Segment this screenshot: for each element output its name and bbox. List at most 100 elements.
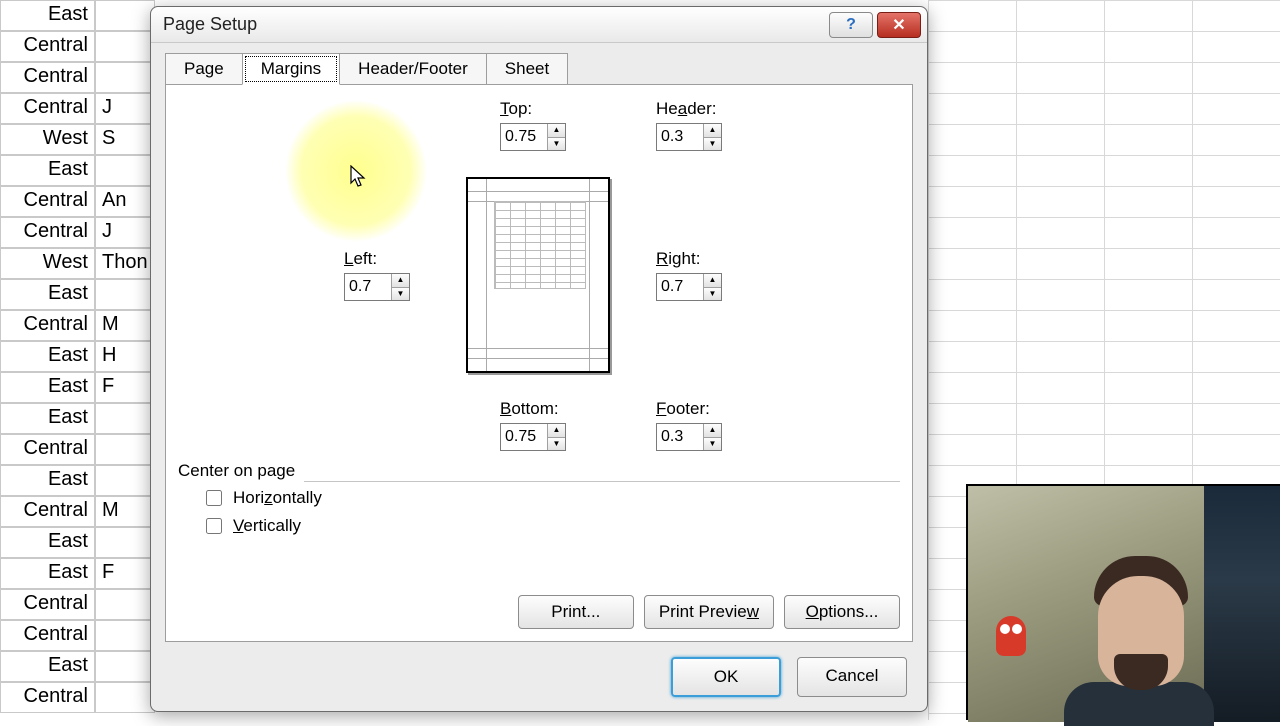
bg-cell-b <box>95 465 155 496</box>
bg-cell-a: East <box>0 279 95 310</box>
page-preview <box>466 177 610 373</box>
bg-cell-a: Central <box>0 434 95 465</box>
tab-row: Page Margins Header/Footer Sheet <box>151 43 927 85</box>
horizontally-input[interactable] <box>206 490 222 506</box>
bg-cell-a: West <box>0 124 95 155</box>
footer-up[interactable]: ▲ <box>704 424 721 438</box>
highlight-indicator <box>286 101 426 241</box>
top-input[interactable] <box>501 124 547 150</box>
bg-cell-a: East <box>0 155 95 186</box>
bg-cell-b: F <box>95 372 155 403</box>
top-down[interactable]: ▼ <box>548 138 565 151</box>
vertically-label: Vertically <box>233 516 301 536</box>
bg-cell-b: J <box>95 93 155 124</box>
tab-headerfooter[interactable]: Header/Footer <box>339 53 487 85</box>
bg-cell-a: East <box>0 527 95 558</box>
bg-cell-b: J <box>95 217 155 248</box>
bg-cell-a: East <box>0 0 95 31</box>
top-spinner[interactable]: ▲▼ <box>500 123 566 151</box>
bg-cell-b <box>95 155 155 186</box>
bg-cell-b: M <box>95 496 155 527</box>
footer-label: Footer: <box>656 399 722 419</box>
tab-margins[interactable]: Margins <box>242 53 340 85</box>
left-spinner[interactable]: ▲▼ <box>344 273 410 301</box>
bg-cell-a: Central <box>0 496 95 527</box>
bg-cell-b: F <box>95 558 155 589</box>
close-button[interactable]: ✕ <box>877 12 921 38</box>
bg-cell-a: Central <box>0 186 95 217</box>
titlebar: Page Setup ? ✕ <box>151 7 927 43</box>
print-button[interactable]: Print... <box>518 595 634 629</box>
bg-cell-a: East <box>0 341 95 372</box>
page-setup-dialog: Page Setup ? ✕ Page Margins Header/Foote… <box>150 6 928 712</box>
bg-cell-a: West <box>0 248 95 279</box>
bg-cell-b <box>95 651 155 682</box>
bg-cell-b: Thon <box>95 248 155 279</box>
bg-cell-a: East <box>0 558 95 589</box>
bg-cell-b: M <box>95 310 155 341</box>
bg-cell-a: Central <box>0 620 95 651</box>
dialog-title: Page Setup <box>163 14 825 35</box>
header-down[interactable]: ▼ <box>704 138 721 151</box>
options-button[interactable]: Options... <box>784 595 900 629</box>
bg-cell-b: An <box>95 186 155 217</box>
help-button[interactable]: ? <box>829 12 873 38</box>
bg-cell-a: Central <box>0 310 95 341</box>
bottom-spinner[interactable]: ▲▼ <box>500 423 566 451</box>
print-preview-button[interactable]: Print Preview <box>644 595 774 629</box>
bg-cell-b <box>95 620 155 651</box>
tab-sheet[interactable]: Sheet <box>486 53 568 85</box>
horizontally-checkbox[interactable]: Horizontally <box>202 487 900 509</box>
panel-button-row: Print... Print Preview Options... <box>518 595 900 629</box>
right-input[interactable] <box>657 274 703 300</box>
bg-cell-b <box>95 434 155 465</box>
header-spinner[interactable]: ▲▼ <box>656 123 722 151</box>
bottom-down[interactable]: ▼ <box>548 438 565 451</box>
bottom-up[interactable]: ▲ <box>548 424 565 438</box>
margins-panel: Top: ▲▼ Header: ▲▼ Left: ▲▼ Right: <box>165 84 913 642</box>
bg-cell-b <box>95 527 155 558</box>
footer-input[interactable] <box>657 424 703 450</box>
bottom-input[interactable] <box>501 424 547 450</box>
header-input[interactable] <box>657 124 703 150</box>
bg-cell-a: Central <box>0 589 95 620</box>
top-up[interactable]: ▲ <box>548 124 565 138</box>
right-spinner[interactable]: ▲▼ <box>656 273 722 301</box>
bg-cell-a: East <box>0 465 95 496</box>
bg-cell-b <box>95 403 155 434</box>
center-on-page-group: Center on page Horizontally Vertically <box>178 461 900 537</box>
tab-page[interactable]: Page <box>165 53 243 85</box>
horizontally-label: Horizontally <box>233 488 322 508</box>
left-input[interactable] <box>345 274 391 300</box>
left-down[interactable]: ▼ <box>392 288 409 301</box>
bg-cell-b <box>95 62 155 93</box>
bg-cell-b <box>95 279 155 310</box>
bg-cell-b <box>95 589 155 620</box>
bg-cell-b <box>95 682 155 713</box>
right-label: Right: <box>656 249 722 269</box>
bg-cell-b: S <box>95 124 155 155</box>
bg-cell-a: Central <box>0 62 95 93</box>
bg-cell-a: East <box>0 403 95 434</box>
vertically-input[interactable] <box>206 518 222 534</box>
bg-cell-a: Central <box>0 217 95 248</box>
webcam-overlay <box>966 484 1280 720</box>
header-label: Header: <box>656 99 722 119</box>
bg-cell-a: Central <box>0 682 95 713</box>
bg-cell-a: East <box>0 372 95 403</box>
footer-down[interactable]: ▼ <box>704 438 721 451</box>
bg-cell-a: Central <box>0 93 95 124</box>
header-up[interactable]: ▲ <box>704 124 721 138</box>
right-down[interactable]: ▼ <box>704 288 721 301</box>
cursor-icon <box>350 165 366 189</box>
bg-cell-a: East <box>0 651 95 682</box>
left-up[interactable]: ▲ <box>392 274 409 288</box>
footer-spinner[interactable]: ▲▼ <box>656 423 722 451</box>
left-label: Left: <box>344 249 410 269</box>
cancel-button[interactable]: Cancel <box>797 657 907 697</box>
dialog-button-row: OK Cancel <box>671 657 907 697</box>
ok-button[interactable]: OK <box>671 657 781 697</box>
right-up[interactable]: ▲ <box>704 274 721 288</box>
bg-cell-b <box>95 0 155 31</box>
vertically-checkbox[interactable]: Vertically <box>202 515 900 537</box>
